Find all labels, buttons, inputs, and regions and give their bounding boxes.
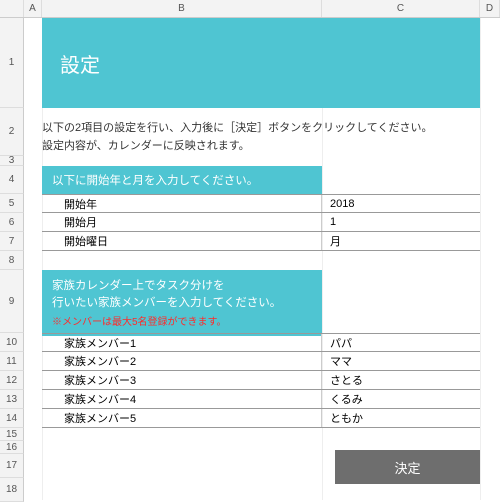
row-header-6[interactable]: 6 — [0, 213, 24, 232]
intro-line1: 以下の2項目の設定を行い、入力後に［決定］ボタンをクリックしてください。 — [42, 120, 432, 138]
row-header-9[interactable]: 9 — [0, 270, 24, 333]
page-title: 設定 — [60, 49, 100, 78]
row-header-17[interactable]: 17 — [0, 454, 24, 478]
member-value-cell[interactable]: さとる — [322, 371, 480, 389]
table-row: 開始曜日月 — [42, 232, 480, 251]
start-label: 開始月 — [42, 213, 322, 231]
row-headers: 123456789101112131415161718 — [0, 18, 24, 502]
row-header-13[interactable]: 13 — [0, 390, 24, 409]
col-header-c[interactable]: C — [322, 0, 480, 17]
table-row: 家族メンバー4くるみ — [42, 390, 480, 409]
row-header-3[interactable]: 3 — [0, 156, 24, 166]
corner-cell[interactable] — [0, 0, 24, 17]
member-value-cell[interactable]: パパ — [322, 334, 480, 351]
col-header-a[interactable]: A — [24, 0, 42, 17]
family-members-table: 家族メンバー1パパ家族メンバー2ママ家族メンバー3さとる家族メンバー4くるみ家族… — [42, 333, 480, 428]
section2-header: 家族カレンダー上でタスク分けを 行いたい家族メンバーを入力してください。 ※メン… — [42, 270, 322, 336]
row-header-16[interactable]: 16 — [0, 441, 24, 454]
row-header-8[interactable]: 8 — [0, 251, 24, 270]
table-row: 開始年2018 — [42, 194, 480, 213]
row-header-5[interactable]: 5 — [0, 194, 24, 213]
member-label: 家族メンバー3 — [42, 371, 322, 389]
table-row: 家族メンバー2ママ — [42, 352, 480, 371]
start-label: 開始曜日 — [42, 232, 322, 250]
row-header-14[interactable]: 14 — [0, 409, 24, 428]
column-headers: A B C D — [0, 0, 500, 18]
member-value-cell[interactable]: ママ — [322, 352, 480, 370]
row-header-7[interactable]: 7 — [0, 232, 24, 251]
table-row: 家族メンバー5ともか — [42, 409, 480, 428]
start-date-table: 開始年2018開始月1開始曜日月 — [42, 194, 480, 251]
member-label: 家族メンバー5 — [42, 409, 322, 427]
start-value-cell[interactable]: 1 — [322, 213, 480, 231]
row-header-1[interactable]: 1 — [0, 18, 24, 108]
member-label: 家族メンバー2 — [42, 352, 322, 370]
row-header-2[interactable]: 2 — [0, 108, 24, 156]
submit-button[interactable]: 決定 — [335, 450, 480, 484]
row-header-15[interactable]: 15 — [0, 428, 24, 441]
intro-text: 以下の2項目の設定を行い、入力後に［決定］ボタンをクリックしてください。 設定内… — [42, 120, 432, 155]
row-header-18[interactable]: 18 — [0, 478, 24, 502]
table-row: 開始月1 — [42, 213, 480, 232]
member-label: 家族メンバー1 — [42, 334, 322, 351]
start-value-cell[interactable]: 2018 — [322, 195, 480, 212]
member-value-cell[interactable]: ともか — [322, 409, 480, 427]
start-label: 開始年 — [42, 195, 322, 212]
intro-line2: 設定内容が、カレンダーに反映されます。 — [42, 138, 432, 156]
grid-area: 設定 以下の2項目の設定を行い、入力後に［決定］ボタンをクリックしてください。 … — [24, 18, 500, 500]
row-header-10[interactable]: 10 — [0, 333, 24, 352]
table-row: 家族メンバー3さとる — [42, 371, 480, 390]
member-value-cell[interactable]: くるみ — [322, 390, 480, 408]
row-header-4[interactable]: 4 — [0, 166, 24, 194]
row-header-11[interactable]: 11 — [0, 352, 24, 371]
col-header-d[interactable]: D — [480, 0, 500, 17]
section1-header: 以下に開始年と月を入力してください。 — [42, 166, 322, 194]
col-header-b[interactable]: B — [42, 0, 322, 17]
table-row: 家族メンバー1パパ — [42, 333, 480, 352]
row-header-12[interactable]: 12 — [0, 371, 24, 390]
spreadsheet: A B C D 123456789101112131415161718 設定 以… — [0, 0, 500, 500]
member-limit-note: ※メンバーは最大5名登録ができます。 — [52, 315, 312, 330]
gridline — [480, 18, 481, 500]
start-value-cell[interactable]: 月 — [322, 232, 480, 250]
member-label: 家族メンバー4 — [42, 390, 322, 408]
title-banner: 設定 — [42, 18, 480, 108]
